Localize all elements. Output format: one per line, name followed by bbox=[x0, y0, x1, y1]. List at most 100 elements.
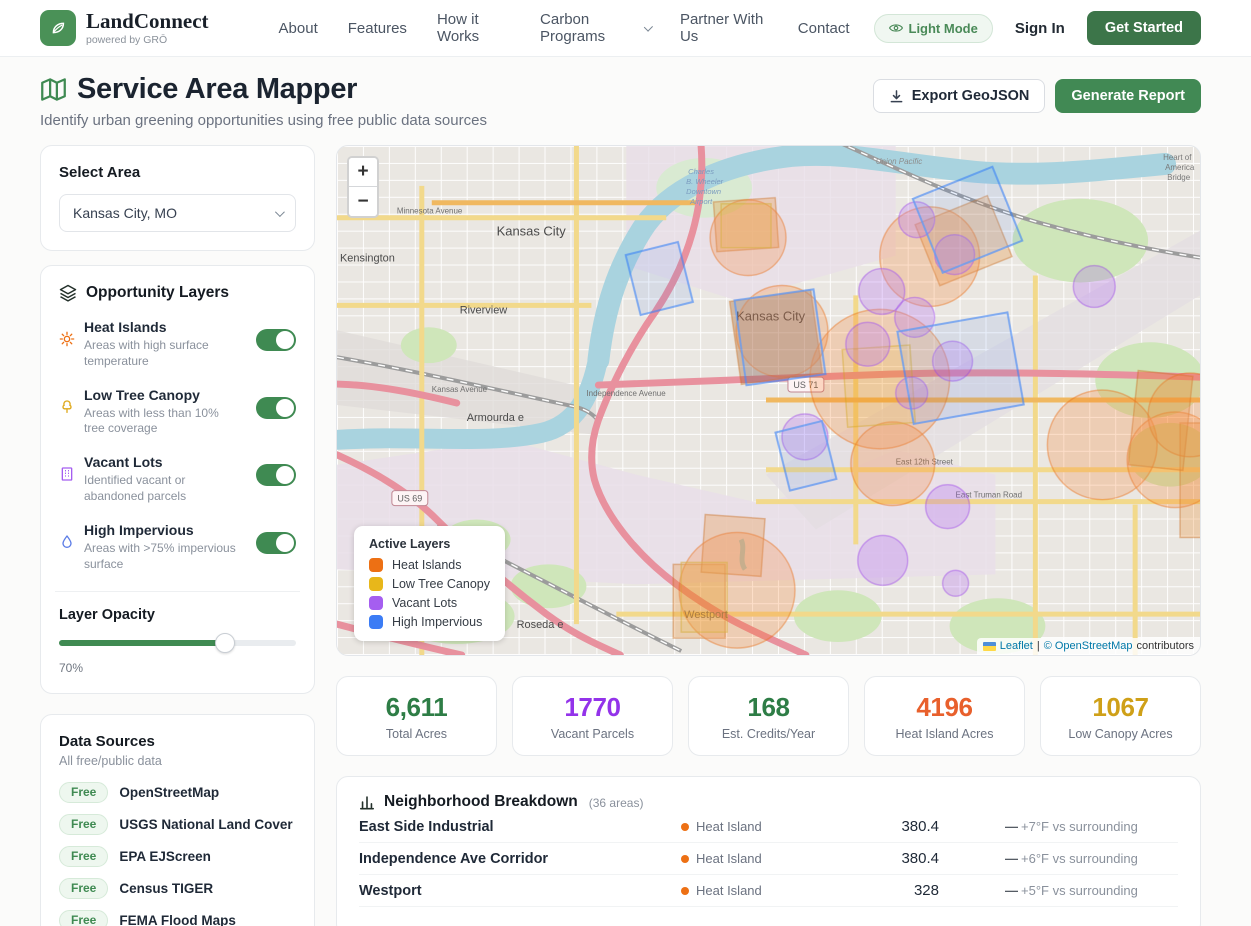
stat-total-acres: 6,611 Total Acres bbox=[336, 676, 497, 756]
stat-low-canopy-acres: 1067 Low Canopy Acres bbox=[1040, 676, 1201, 756]
free-badge: Free bbox=[59, 782, 108, 803]
legend-item: Low Tree Canopy bbox=[369, 577, 490, 591]
heat-islands-toggle[interactable] bbox=[256, 329, 296, 351]
opacity-slider[interactable] bbox=[59, 633, 296, 653]
nav-about[interactable]: About bbox=[279, 20, 318, 37]
high-impervious-swatch bbox=[369, 615, 383, 629]
nav-partner-with-us[interactable]: Partner With Us bbox=[680, 11, 768, 45]
high-impervious-toggle[interactable] bbox=[256, 532, 296, 554]
page-title: Service Area Mapper bbox=[77, 73, 357, 106]
sidebar: Select Area Kansas City, MO Opportunity … bbox=[40, 145, 315, 926]
vacant-lots-toggle[interactable] bbox=[256, 464, 296, 486]
generate-report-button[interactable]: Generate Report bbox=[1055, 79, 1201, 113]
map-place-label: Riverview bbox=[460, 304, 508, 316]
slider-fill bbox=[59, 640, 225, 646]
area-select-value: Kansas City, MO bbox=[73, 205, 177, 221]
area-select[interactable]: Kansas City, MO bbox=[59, 194, 296, 232]
trend-dash: — bbox=[1005, 819, 1018, 834]
heat-islands-swatch bbox=[369, 558, 383, 572]
layers-panel-title: Opportunity Layers bbox=[86, 284, 229, 302]
get-started-button[interactable]: Get Started bbox=[1087, 11, 1201, 45]
slider-thumb[interactable] bbox=[215, 633, 235, 653]
data-sources-title: Data Sources bbox=[59, 733, 296, 750]
free-badge: Free bbox=[59, 910, 108, 926]
map-zoom-control: + − bbox=[347, 156, 379, 218]
source-row: Free OpenStreetMap bbox=[59, 782, 296, 803]
brand-logo[interactable]: LandConnect powered by GRŌ bbox=[40, 10, 209, 46]
map-attribution: Leaflet | © OpenStreetMap contributors bbox=[977, 638, 1200, 655]
svg-text:US 69: US 69 bbox=[397, 494, 422, 504]
free-badge: Free bbox=[59, 814, 108, 835]
nav-contact[interactable]: Contact bbox=[798, 20, 850, 37]
stat-heat-island-acres: 4196 Heat Island Acres bbox=[864, 676, 1025, 756]
opacity-value: 70% bbox=[59, 661, 296, 675]
main-nav: About Features How it Works Carbon Progr… bbox=[279, 11, 850, 45]
leaf-logo-icon bbox=[40, 10, 76, 46]
legend-item: Heat Islands bbox=[369, 558, 490, 572]
table-row[interactable]: East Side Industrial Heat Island 380.4 —… bbox=[359, 811, 1178, 843]
stats-row: 6,611 Total Acres 1770 Vacant Parcels 16… bbox=[336, 676, 1201, 756]
top-navbar: LandConnect powered by GRŌ About Feature… bbox=[0, 0, 1251, 57]
stat-est-credits: 168 Est. Credits/Year bbox=[688, 676, 849, 756]
low-tree-canopy-swatch bbox=[369, 577, 383, 591]
brand-name: LandConnect bbox=[86, 10, 209, 32]
select-area-panel: Select Area Kansas City, MO bbox=[40, 145, 315, 251]
legend-item: Vacant Lots bbox=[369, 596, 490, 610]
table-row[interactable]: Westport Heat Island 328 — +5°F vs surro… bbox=[359, 875, 1178, 907]
nav-how-it-works[interactable]: How it Works bbox=[437, 11, 510, 45]
nav-carbon-programs[interactable]: Carbon Programs bbox=[540, 11, 650, 45]
export-geojson-button[interactable]: Export GeoJSON bbox=[873, 79, 1046, 113]
theme-toggle-button[interactable]: Light Mode bbox=[874, 14, 993, 43]
eye-icon bbox=[889, 21, 903, 35]
opportunity-layers-panel: Opportunity Layers Heat Islands Areas wi… bbox=[40, 265, 315, 694]
heat-island-dot bbox=[681, 823, 689, 831]
trend-dash: — bbox=[1005, 883, 1018, 898]
bar-chart-icon bbox=[359, 794, 375, 810]
map-icon bbox=[40, 76, 67, 103]
zoom-out-button[interactable]: − bbox=[349, 187, 377, 216]
divider bbox=[55, 591, 300, 592]
source-row: Free EPA EJScreen bbox=[59, 846, 296, 867]
map-place-label: Armourda e bbox=[467, 412, 524, 424]
table-row[interactable]: Independence Ave Corridor Heat Island 38… bbox=[359, 843, 1178, 875]
legend-item: High Impervious bbox=[369, 615, 490, 629]
ukraine-flag-icon bbox=[983, 642, 996, 651]
map-rail-label: Union Pacific bbox=[876, 157, 923, 166]
map-street-label: Kansas Avenue bbox=[432, 385, 488, 394]
layer-row-high-impervious: High Impervious Areas with >75% impervio… bbox=[59, 522, 296, 573]
sign-in-link[interactable]: Sign In bbox=[1015, 20, 1065, 37]
source-row: Free FEMA Flood Maps bbox=[59, 910, 296, 926]
tree-icon bbox=[59, 399, 76, 415]
vacant-lots-swatch bbox=[369, 596, 383, 610]
data-sources-panel: Data Sources All free/public data Free O… bbox=[40, 714, 315, 926]
map-place-label: Kensington bbox=[340, 253, 395, 265]
layer-row-heat-islands: Heat Islands Areas with high surface tem… bbox=[59, 319, 296, 370]
map-canvas[interactable]: Minnesota Avenue Independence Avenue Kan… bbox=[336, 145, 1201, 656]
source-row: Free USGS National Land Cover bbox=[59, 814, 296, 835]
source-row: Free Census TIGER bbox=[59, 878, 296, 899]
free-badge: Free bbox=[59, 878, 108, 899]
route-shield-us69: US 69 bbox=[392, 491, 428, 506]
droplet-icon bbox=[59, 534, 76, 550]
stat-vacant-parcels: 1770 Vacant Parcels bbox=[512, 676, 673, 756]
map-city-label: Kansas City bbox=[497, 224, 567, 239]
low-tree-canopy-toggle[interactable] bbox=[256, 397, 296, 419]
zoom-in-button[interactable]: + bbox=[349, 158, 377, 187]
brand-tagline: powered by GRŌ bbox=[86, 34, 209, 46]
map-street-label: Independence Avenue bbox=[586, 389, 666, 398]
heat-island-dot bbox=[681, 887, 689, 895]
data-sources-subtitle: All free/public data bbox=[59, 754, 296, 768]
chevron-down-icon bbox=[644, 22, 653, 31]
layer-row-low-tree-canopy: Low Tree Canopy Areas with less than 10%… bbox=[59, 387, 296, 438]
building-icon bbox=[59, 466, 76, 482]
free-badge: Free bbox=[59, 846, 108, 867]
leaflet-link[interactable]: Leaflet bbox=[1000, 640, 1033, 652]
breakdown-count: (36 areas) bbox=[589, 796, 644, 810]
download-icon bbox=[889, 89, 904, 104]
neighborhood-breakdown-panel: Neighborhood Breakdown (36 areas) East S… bbox=[336, 776, 1201, 926]
page-subtitle: Identify urban greening opportunities us… bbox=[40, 112, 487, 129]
layers-icon bbox=[59, 284, 77, 302]
select-area-label: Select Area bbox=[59, 164, 296, 181]
osm-link[interactable]: © OpenStreetMap bbox=[1044, 640, 1133, 652]
nav-features[interactable]: Features bbox=[348, 20, 407, 37]
